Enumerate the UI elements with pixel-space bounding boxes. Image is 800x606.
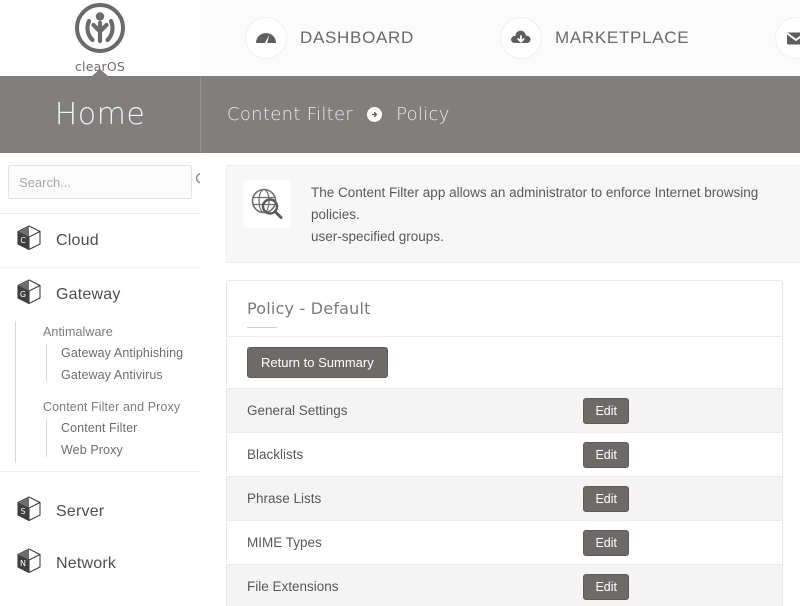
search-input[interactable] [19, 174, 195, 190]
top-navigation-items: DASHBOARD MARKETPLACE [200, 0, 800, 76]
sidebar-label-cloud: Cloud [56, 231, 99, 249]
clearos-logo-icon [74, 2, 125, 58]
sidebar-item-web-proxy[interactable]: Web Proxy [61, 439, 200, 461]
sidebar-item-gateway-antivirus[interactable]: Gateway Antivirus [61, 364, 200, 386]
policy-settings-list: General Settings Edit Blacklists Edit Ph… [227, 388, 782, 606]
sidebar-label-gateway: Gateway [56, 285, 121, 303]
table-row[interactable]: Blacklists Edit [227, 432, 782, 476]
sidebar-leaves-content-filter-proxy: Content Filter Web Proxy [28, 417, 200, 461]
search-box[interactable] [8, 165, 200, 199]
policy-panel: Policy - Default Return to Summary Gener… [226, 280, 783, 606]
return-to-summary-button[interactable]: Return to Summary [247, 347, 388, 378]
svg-text:C: C [20, 236, 26, 245]
sidebar-section-content-filter-and-proxy[interactable]: Content Filter and Proxy [28, 396, 200, 417]
breadcrumb-parent[interactable]: Content Filter [227, 104, 353, 125]
sidebar-group-network: N Network [0, 537, 200, 590]
sidebar-leaves-antimalware: Gateway Antiphishing Gateway Antivirus [28, 342, 200, 386]
table-row[interactable]: File Extensions Edit [227, 564, 782, 606]
svg-text:N: N [20, 559, 26, 568]
topnav-item-support[interactable]: SUPPORT [775, 17, 800, 59]
edit-button[interactable]: Edit [583, 441, 629, 468]
policy-row-label: File Extensions [247, 579, 339, 594]
topnav-item-marketplace[interactable]: MARKETPLACE [500, 17, 689, 59]
arrow-right-circle-icon [367, 107, 383, 122]
home-banner[interactable]: Home [0, 69, 200, 153]
cube-s-icon: S [14, 494, 44, 529]
envelope-icon [775, 17, 800, 59]
globe-search-icon [243, 180, 291, 228]
breadcrumb: Content Filter Policy [200, 76, 800, 153]
clearos-admin-page: clearOS DASHBOARD MARKETPLACE Home Conte… [0, 0, 800, 606]
policy-row-label: Blacklists [247, 447, 304, 462]
sidebar-item-server[interactable]: S Server [0, 485, 200, 538]
svg-text:G: G [20, 290, 26, 299]
sidebar-group-gateway: G Gateway Antimalware Gateway Antiphishi… [0, 267, 200, 472]
sidebar-item-network[interactable]: N Network [0, 537, 200, 590]
svg-text:S: S [20, 507, 25, 516]
sidebar-group-server: S Server [0, 485, 200, 538]
policy-panel-title: Policy - Default [247, 299, 371, 318]
brand-logo[interactable]: clearOS [0, 0, 200, 76]
edit-button[interactable]: Edit [583, 397, 629, 424]
sidebar-label-network: Network [56, 554, 117, 572]
table-row[interactable]: Phrase Lists Edit [227, 476, 782, 520]
topnav-label-marketplace: MARKETPLACE [555, 28, 690, 47]
sidebar-item-cloud[interactable]: C Cloud [0, 214, 200, 267]
speedometer-icon [245, 17, 287, 59]
policy-row-label: Phrase Lists [247, 491, 322, 506]
breadcrumb-current: Policy [396, 104, 450, 125]
sidebar-group-cloud: C Cloud [0, 213, 200, 268]
sidebar-item-gateway[interactable]: G Gateway [0, 268, 200, 321]
topnav-label-dashboard: DASHBOARD [300, 28, 414, 47]
edit-button[interactable]: Edit [583, 485, 629, 512]
sidebar-section-antimalware[interactable]: Antimalware [28, 321, 200, 342]
title-underline [247, 327, 277, 328]
cloud-download-icon [500, 17, 542, 59]
table-row[interactable]: General Settings Edit [227, 388, 782, 432]
top-navigation-bar: clearOS DASHBOARD MARKETPLACE [0, 0, 800, 76]
home-banner-label: Home [54, 97, 146, 132]
main-content: The Content Filter app allows an adminis… [200, 153, 800, 606]
sidebar-label-server: Server [56, 502, 105, 520]
cube-n-icon: N [14, 546, 44, 581]
cube-g-icon: G [14, 277, 44, 312]
app-description-text: The Content Filter app allows an adminis… [311, 185, 759, 244]
sidebar-gateway-children: Antimalware Gateway Antiphishing Gateway… [0, 321, 200, 471]
table-row[interactable]: MIME Types Edit [227, 520, 782, 564]
sidebar: C Cloud G Gateway [0, 153, 200, 606]
cube-c-icon: C [14, 223, 44, 258]
app-description-panel: The Content Filter app allows an adminis… [226, 165, 800, 263]
policy-row-label: MIME Types [247, 535, 322, 550]
edit-button[interactable]: Edit [583, 529, 629, 556]
return-button-row: Return to Summary [227, 337, 782, 388]
policy-row-label: General Settings [247, 403, 348, 418]
edit-button[interactable]: Edit [583, 573, 629, 600]
sidebar-item-gateway-antiphishing[interactable]: Gateway Antiphishing [61, 342, 200, 364]
topnav-item-dashboard[interactable]: DASHBOARD [245, 17, 414, 59]
sidebar-item-content-filter[interactable]: Content Filter [61, 417, 200, 439]
banner-row: Home Content Filter Policy [0, 69, 800, 153]
